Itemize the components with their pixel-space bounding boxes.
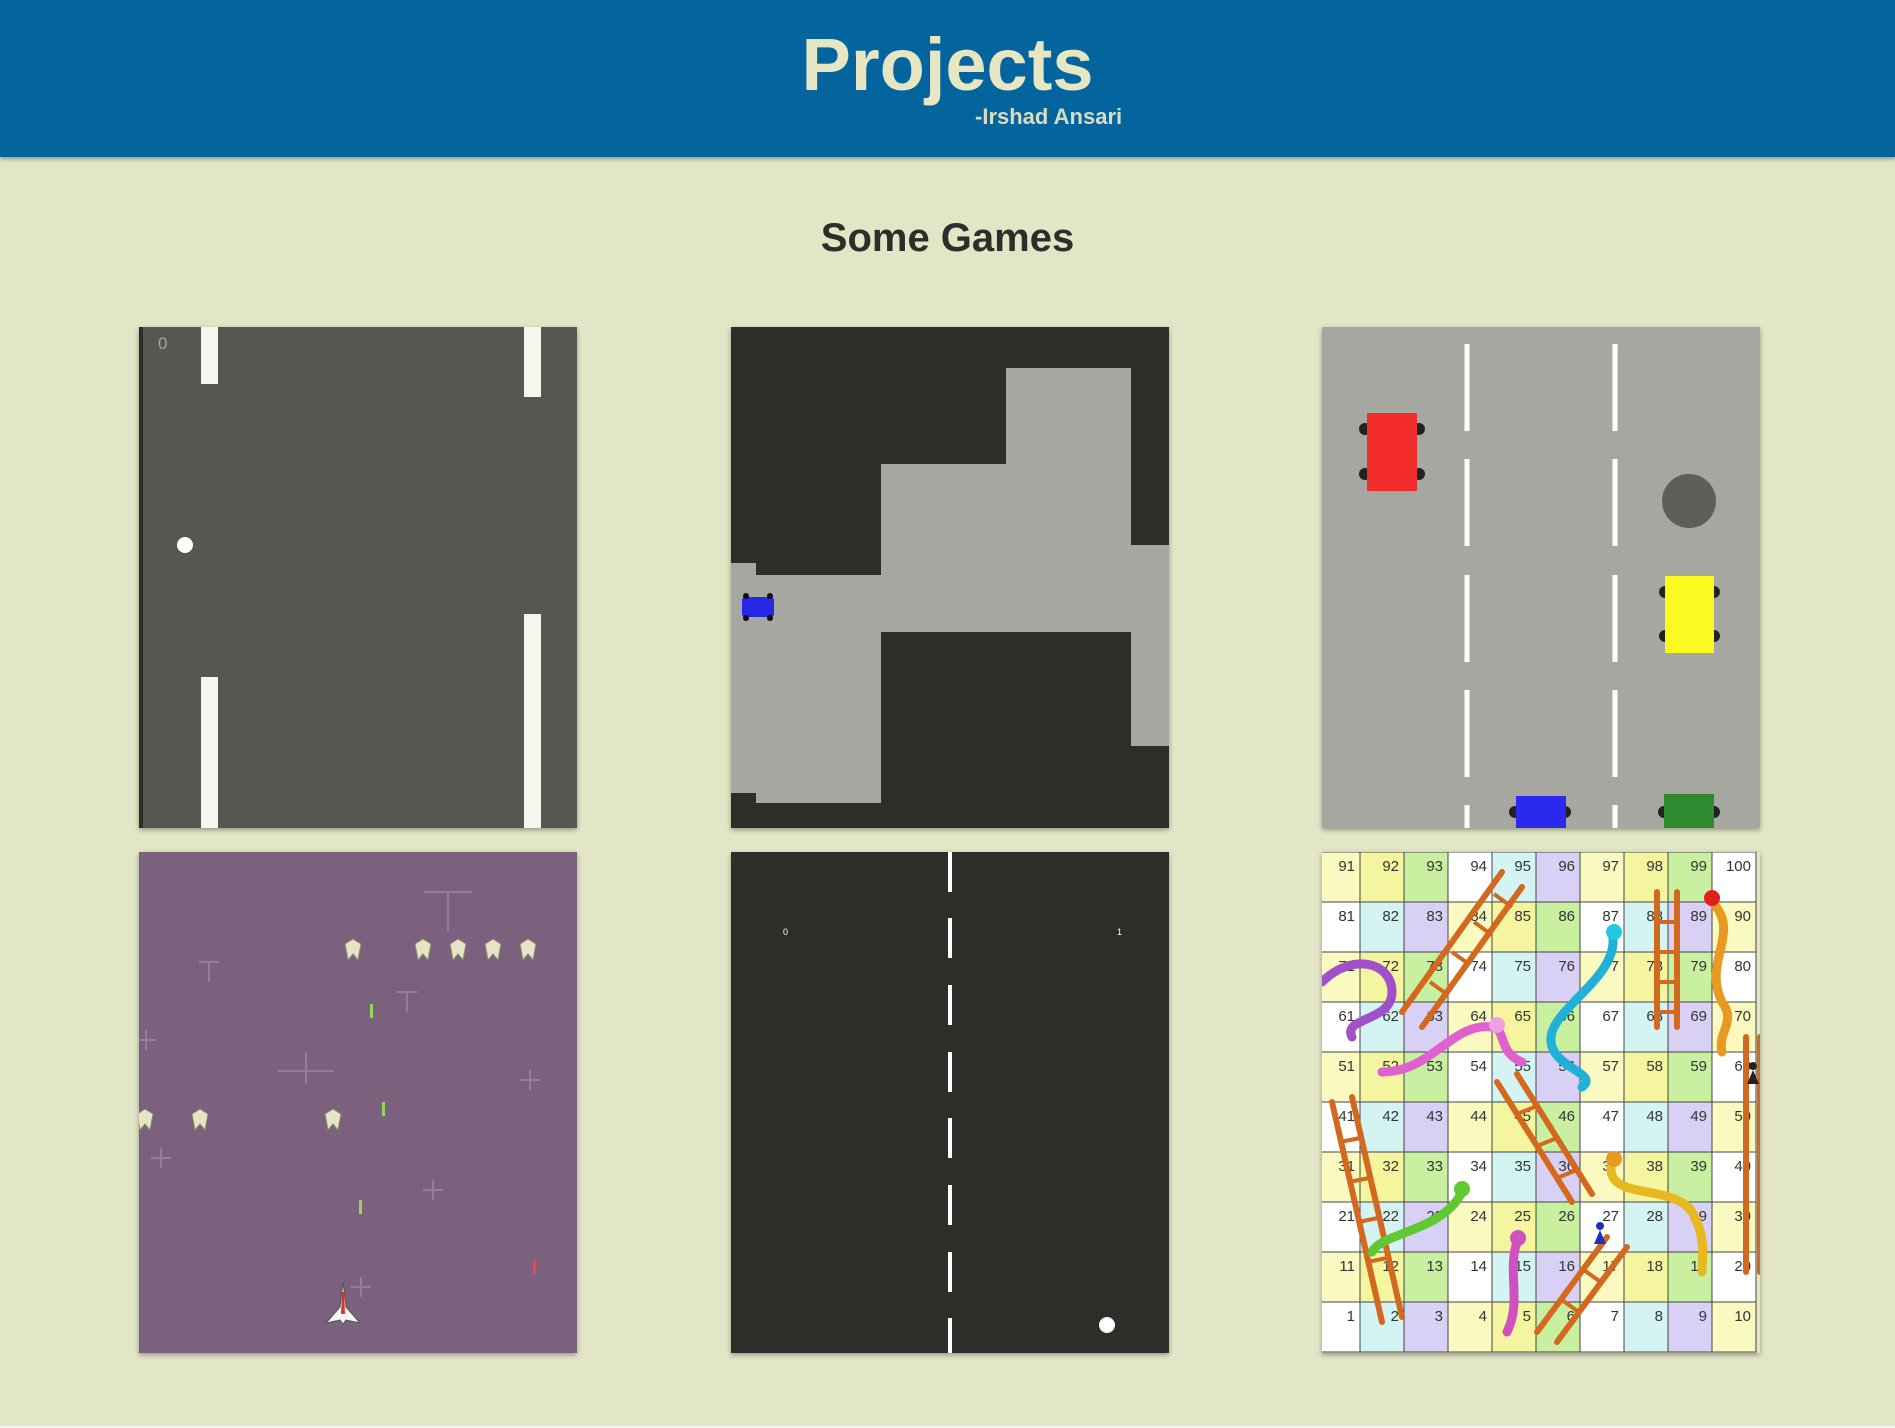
board-cell-number: 11: [1339, 1258, 1355, 1275]
board-cell-number: 33: [1426, 1158, 1443, 1175]
board-cell-number: 14: [1470, 1258, 1487, 1275]
right-paddle-top: [524, 327, 541, 397]
board-cell-number: 49: [1690, 1108, 1707, 1125]
board-cell-number: 83: [1426, 908, 1443, 925]
game-card-maze[interactable]: [731, 327, 1169, 828]
blue-car: [1509, 796, 1571, 828]
game-card-space-invaders[interactable]: [139, 852, 577, 1353]
board-cell-number: 81: [1338, 908, 1355, 925]
board-cell-number: 94: [1470, 858, 1487, 875]
board-cell-number: 80: [1734, 958, 1751, 975]
board-cell-number: 22: [1382, 1208, 1399, 1225]
maze-preview: [731, 327, 1169, 828]
board-cell-number: 13: [1426, 1258, 1443, 1275]
game-card-car-race[interactable]: [1322, 327, 1760, 828]
left-paddle-bottom: [201, 677, 218, 828]
board-cell-number: 90: [1734, 908, 1751, 925]
board-cell-number: 54: [1470, 1058, 1487, 1075]
board-cell-number: 48: [1646, 1108, 1663, 1125]
game-card-pong[interactable]: 0: [139, 327, 577, 828]
board-cell-number: 86: [1558, 908, 1575, 925]
left-paddle-top: [201, 327, 218, 384]
board-cell-number: 42: [1382, 1108, 1399, 1125]
board-cell-number: 27: [1602, 1208, 1619, 1225]
score-left: 0: [158, 334, 167, 353]
board-cell-number: 46: [1558, 1108, 1575, 1125]
board-cell-number: 25: [1514, 1208, 1531, 1225]
board-cell-number: 18: [1646, 1258, 1663, 1275]
snakes-ladders-preview: 91 92 93 94 95 96 97 98 99 10081 82 83 84 85 86 87 88 89 9…: [1322, 852, 1760, 1353]
board-cell-number: 85: [1514, 908, 1531, 925]
board-cell-number: 26: [1558, 1208, 1575, 1225]
board-cell-number: 51: [1338, 1058, 1355, 1075]
board-cell-number: 59: [1690, 1058, 1707, 1075]
player-bullet: [533, 1260, 536, 1274]
board-cell-number: 35: [1514, 1158, 1531, 1175]
red-car: [1359, 413, 1425, 491]
board-cell-number: 47: [1602, 1108, 1619, 1125]
board-cell-number: 57: [1602, 1058, 1619, 1075]
yellow-car: [1659, 576, 1720, 653]
board-cell-number: 100: [1726, 858, 1751, 875]
car-race-preview: [1322, 327, 1760, 828]
ball: [1099, 1317, 1115, 1333]
board-cell-number: 67: [1602, 1008, 1619, 1025]
board-cell-number: 9: [1699, 1308, 1707, 1325]
board-cell-number: 16: [1558, 1258, 1575, 1275]
board-cell-number: 70: [1734, 1008, 1751, 1025]
board-cell-number: 76: [1558, 958, 1575, 975]
obstacle-oil: [1662, 474, 1716, 528]
board-cell-number: 58: [1646, 1058, 1663, 1075]
board-cell-number: 43: [1426, 1108, 1443, 1125]
page-title: Projects: [801, 23, 1094, 106]
score-right: 1: [1117, 927, 1122, 937]
board-cell-number: 5: [1523, 1308, 1531, 1325]
board-cell-number: 3: [1435, 1308, 1443, 1325]
board-cell-number: 34: [1470, 1158, 1487, 1175]
board-cell-number: 10: [1734, 1308, 1751, 1325]
board-cell-number: 97: [1602, 858, 1619, 875]
board-cell-number: 93: [1426, 858, 1443, 875]
board-cell-number: 65: [1514, 1008, 1531, 1025]
board-cell-number: 38: [1646, 1158, 1663, 1175]
board-cell-number: 89: [1690, 908, 1707, 925]
game-card-pong-two[interactable]: 0 1: [731, 852, 1169, 1353]
board-cell-number: 91: [1338, 858, 1355, 875]
board-cell-number: 98: [1646, 858, 1663, 875]
board-cell-number: 75: [1514, 958, 1531, 975]
right-paddle-bottom: [524, 614, 541, 828]
board-cell-number: 24: [1470, 1208, 1487, 1225]
player-car: [742, 593, 774, 621]
board-cell-number: 87: [1602, 908, 1619, 925]
score-left: 0: [783, 927, 788, 937]
page-header: Projects -Irshad Ansari: [0, 0, 1895, 157]
board-cell-number: 4: [1479, 1308, 1487, 1325]
green-car: [1658, 794, 1720, 828]
board-cell-number: 28: [1646, 1208, 1663, 1225]
board-cell-number: 82: [1382, 908, 1399, 925]
board-cell-number: 95: [1514, 858, 1531, 875]
board-cell-number: 7: [1611, 1308, 1619, 1325]
board-cell-number: 8: [1655, 1308, 1663, 1325]
board-cell-number: 44: [1470, 1108, 1487, 1125]
board-cell-number: 92: [1382, 858, 1399, 875]
ball: [177, 537, 193, 553]
pong-two-preview: 0 1: [731, 852, 1169, 1353]
space-invaders-preview: [139, 852, 577, 1353]
board-cell-number: 39: [1690, 1158, 1707, 1175]
board-cell-number: 79: [1690, 958, 1707, 975]
game-card-snakes-and-ladders[interactable]: 91 92 93 94 95 96 97 98 99 100 81 82 83 84 85 86 87 88 89 9…: [1322, 852, 1760, 1353]
board-cell-number: 69: [1690, 1008, 1707, 1025]
board-cell-number: 96: [1558, 858, 1575, 875]
board-cell-number: 1: [1347, 1308, 1355, 1325]
board-grid: 91 92 93 94 95 96 97 98 99 10081 82 83 84 85 86 87 88 89 9…: [1322, 852, 1757, 1353]
board-cell-number: 21: [1338, 1208, 1355, 1225]
author-name: -Irshad Ansari: [975, 104, 1123, 129]
section-title: Some Games: [820, 216, 1075, 260]
pong-preview: 0: [139, 327, 577, 828]
board-cell-number: 99: [1690, 858, 1707, 875]
board-cell-number: 32: [1382, 1158, 1399, 1175]
